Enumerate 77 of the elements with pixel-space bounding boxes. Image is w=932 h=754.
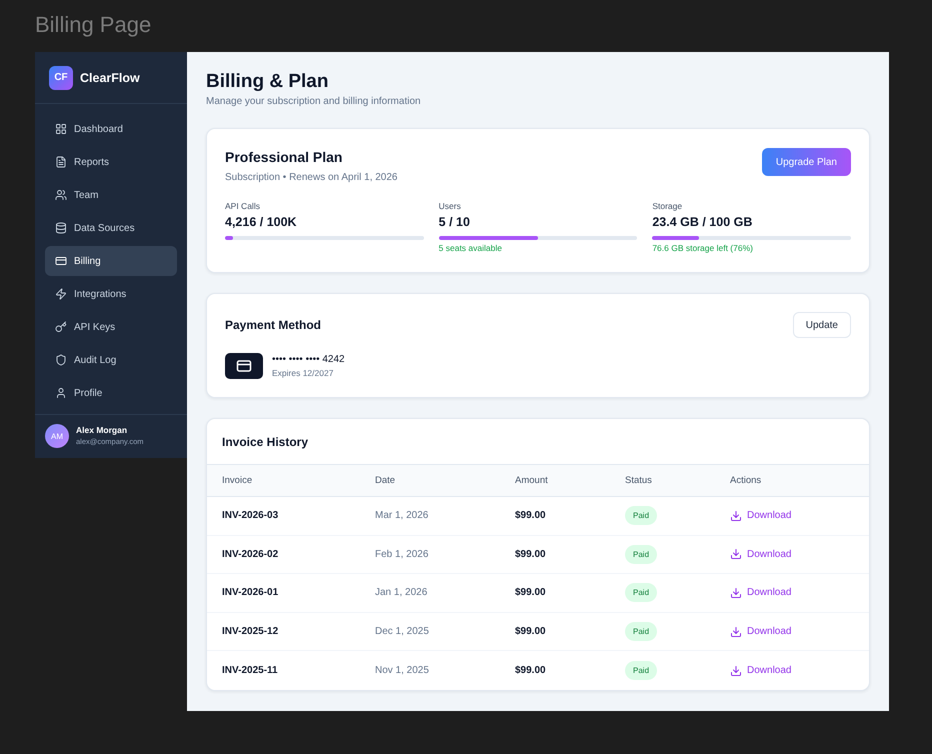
download-icon xyxy=(730,548,742,560)
download-icon xyxy=(730,510,742,522)
upgrade-button[interactable]: Upgrade Plan xyxy=(762,148,851,176)
table-cell: INV-2025-11 xyxy=(222,665,278,676)
table-cell: INV-2026-01 xyxy=(222,587,278,598)
table-cell: Jan 1, 2026 xyxy=(375,587,428,598)
shield-icon xyxy=(55,354,67,366)
download-icon xyxy=(730,664,742,677)
download-link[interactable]: Download xyxy=(730,664,792,677)
document-icon xyxy=(55,156,67,168)
download-icon xyxy=(730,586,742,599)
status-badge: Paid xyxy=(625,661,658,680)
key-icon xyxy=(55,321,67,333)
download-icon xyxy=(730,626,742,638)
user-avatar: AM xyxy=(45,424,69,448)
column-header: Invoice xyxy=(222,475,252,486)
metric-value: 4,216 / 100K xyxy=(225,214,297,230)
status-badge: Paid xyxy=(625,506,658,526)
status-badge: Paid xyxy=(625,544,658,564)
table-cell: Feb 1, 2026 xyxy=(375,548,428,560)
card-number: •••• •••• •••• 4242 xyxy=(272,353,345,367)
table-cell: Dec 1, 2025 xyxy=(375,626,429,638)
nav-item[interactable]: API Keys xyxy=(45,312,177,342)
metric-value: 23.4 GB / 100 GB xyxy=(652,214,752,230)
table-cell: Nov 1, 2025 xyxy=(375,665,429,676)
metric-note: 76.6 GB storage left (76%) xyxy=(652,242,753,254)
nav-item[interactable]: Reports xyxy=(45,147,177,177)
column-header: Amount xyxy=(515,475,548,486)
credit-card-icon xyxy=(225,353,263,379)
credit-card-icon xyxy=(55,255,67,267)
page-subtitle: Manage your subscription and billing information xyxy=(206,95,421,109)
download-link[interactable]: Download xyxy=(730,548,792,560)
table-cell: INV-2026-02 xyxy=(222,548,278,560)
database-icon xyxy=(55,222,67,234)
table-cell: $99.00 xyxy=(515,626,546,638)
table-cell: $99.00 xyxy=(515,510,546,522)
logo-tile: CF xyxy=(49,66,73,90)
table-cell: INV-2026-03 xyxy=(222,510,278,522)
metric-note: 5 seats available xyxy=(438,242,502,254)
nav-item[interactable]: Integrations xyxy=(45,279,177,309)
grid-icon xyxy=(55,123,67,135)
plan-name: Professional Plan xyxy=(225,148,342,167)
nav-item[interactable]: Data Sources xyxy=(45,213,177,243)
column-header: Status xyxy=(625,475,652,486)
table-cell: $99.00 xyxy=(515,548,546,560)
column-header: Date xyxy=(375,475,396,486)
lightning-icon xyxy=(55,288,67,300)
table-cell: Mar 1, 2026 xyxy=(375,510,428,522)
column-header: Actions xyxy=(730,475,762,486)
users-icon xyxy=(55,189,67,201)
nav-item[interactable]: Audit Log xyxy=(45,345,177,375)
metric-label: Users xyxy=(438,200,461,212)
status-badge: Paid xyxy=(625,583,658,602)
nav-item[interactable]: Billing xyxy=(45,246,177,276)
table-cell: $99.00 xyxy=(515,665,546,676)
table-cell: INV-2025-12 xyxy=(222,626,278,638)
metric-label: API Calls xyxy=(225,200,260,212)
plan-subtitle: Subscription • Renews on April 1, 2026 xyxy=(225,171,398,185)
user-icon xyxy=(55,387,67,399)
download-link[interactable]: Download xyxy=(730,510,792,522)
status-badge: Paid xyxy=(625,622,658,642)
card-expiry: Expires 12/2027 xyxy=(272,367,334,379)
metric-label: Storage xyxy=(652,200,682,212)
section-title: Payment Method xyxy=(225,317,322,333)
brand-name: ClearFlow xyxy=(80,70,140,84)
table-cell: $99.00 xyxy=(515,587,546,598)
download-link[interactable]: Download xyxy=(730,626,792,638)
section-title: Invoice History xyxy=(222,434,308,450)
user-name: Alex Morgan xyxy=(76,425,128,436)
nav-item[interactable]: Dashboard xyxy=(45,114,177,144)
nav-item[interactable]: Profile xyxy=(45,378,177,408)
nav-item[interactable]: Team xyxy=(45,180,177,210)
update-button[interactable]: Update xyxy=(792,312,851,338)
metric-value: 5 / 10 xyxy=(438,214,470,230)
download-link[interactable]: Download xyxy=(730,586,792,599)
page-heading: Billing & Plan xyxy=(206,70,328,94)
page-title: Billing Page xyxy=(35,11,152,39)
